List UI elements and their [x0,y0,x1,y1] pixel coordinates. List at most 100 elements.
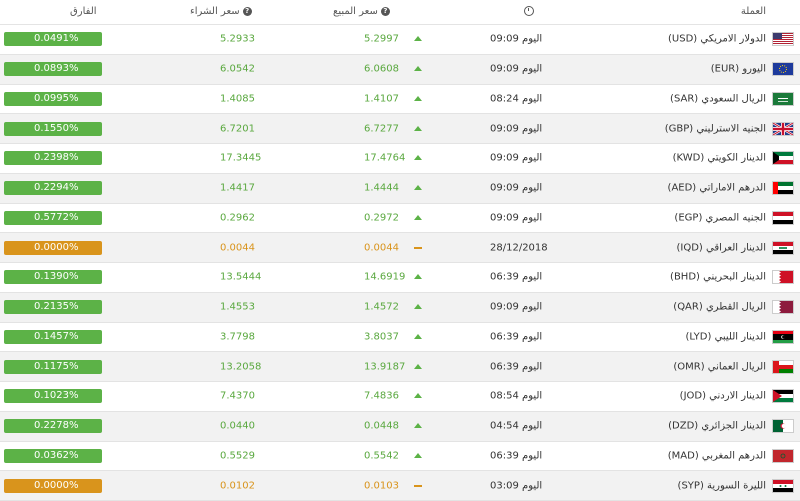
currency-name[interactable]: الجنيه المصري (EGP) [674,212,766,223]
sell-price: 0.2972 [364,212,399,224]
table-body: 0.0491% 5.2933 5.2997 اليوم 09:09 الدولار ال… [0,25,800,501]
diff-badge: 0.0362% [4,448,102,463]
ae-flag-icon [772,181,794,196]
kw-flag-icon [772,151,794,166]
update-time: اليوم 09:09 [490,182,543,194]
buy-price: 13.2058 [220,361,262,373]
currency-name[interactable]: الدينار الجزائري (DZD) [668,421,766,432]
currency-name[interactable]: الريال العماني (OMR) [673,361,766,372]
diff-badge: 0.2135% [4,300,102,315]
sa-flag-icon [772,91,794,106]
diff-badge: 0.0000% [4,478,102,493]
arrow-up-icon [414,452,424,460]
currency-name[interactable]: اليورو (EUR) [711,64,766,75]
table-row[interactable]: 0.0000% 0.0044 0.0044 28/12/2018 الدينار الع… [0,233,800,263]
table-row[interactable]: 0.1550% 6.7201 6.7277 اليوم 09:09 الجنيه الا… [0,114,800,144]
info-icon[interactable]: ? [380,6,390,16]
currency-name[interactable]: الدرهم المغربي (MAD) [668,450,766,461]
iq-flag-icon [772,240,794,255]
table-row[interactable]: 0.2135% 1.4553 1.4572 اليوم 09:09 الريال الق… [0,292,800,323]
update-time: اليوم 06:39 [490,331,543,343]
currency-name[interactable]: الريال القطري (QAR) [673,302,766,313]
currency-name[interactable]: الدينار الاردني (JOD) [680,391,766,402]
sell-price: 1.4107 [364,93,399,105]
header-time [524,6,534,17]
sell-price: 7.4836 [364,390,399,402]
table-row[interactable]: 0.0362% 0.5529 0.5542 اليوم 06:39 الدرهم الم… [0,442,800,472]
buy-price: 0.0044 [220,242,255,254]
om-flag-icon [772,359,794,374]
buy-price: 3.7798 [220,331,255,343]
table-row[interactable]: 0.0893% 6.0542 6.0608 اليوم 09:09 اليورو (EU… [0,54,800,85]
arrow-up-icon [414,214,424,222]
update-time: اليوم 06:39 [490,271,543,283]
currency-name[interactable]: الدولار الامريكي (USD) [668,34,766,45]
buy-price: 7.4370 [220,390,255,402]
ma-flag-icon [772,448,794,463]
update-time: اليوم 09:09 [490,33,543,45]
clock-icon [524,6,534,16]
arrow-up-icon [414,125,424,133]
sell-price: 6.7277 [364,123,399,135]
table-row[interactable]: 0.2294% 1.4417 1.4444 اليوم 09:09 الدرهم الا… [0,173,800,204]
sell-price: 0.0044 [364,242,399,254]
table-row[interactable]: 0.2278% 0.0440 0.0448 اليوم 04:54 الدينار ال… [0,411,800,442]
buy-price: 1.4553 [220,301,255,313]
buy-price: 1.4417 [220,182,255,194]
table-header: الفارق سعر الشراء? سعر المبيع? العملة [0,0,800,25]
buy-price: 17.3445 [220,152,262,164]
sy-flag-icon [772,478,794,493]
update-time: اليوم 03:09 [490,480,543,492]
currency-name[interactable]: الريال السعودي (SAR) [670,93,766,104]
eu-flag-icon [772,62,794,77]
buy-price: 0.0102 [220,480,255,492]
buy-price: 13.5444 [220,271,262,283]
diff-badge: 0.2398% [4,151,102,166]
header-sell: سعر المبيع? [333,6,390,17]
table-row[interactable]: 0.1390% 13.5444 14.6919 اليوم 06:39 الدينار … [0,263,800,293]
diff-badge: 0.1023% [4,389,102,404]
arrow-up-icon [414,154,424,162]
arrow-up-icon [414,422,424,430]
sell-price: 6.0608 [364,63,399,75]
table-row[interactable]: 0.0491% 5.2933 5.2997 اليوم 09:09 الدولار ال… [0,25,800,55]
sell-price: 0.0448 [364,420,399,432]
update-time: اليوم 09:09 [490,123,543,135]
currency-name[interactable]: الدينار الكويتي (KWD) [673,153,766,164]
update-time: اليوم 09:09 [490,152,543,164]
currency-name[interactable]: الدينار البحريني (BHD) [670,272,766,283]
currency-name[interactable]: الليرة السورية (SYP) [678,480,766,491]
update-time: اليوم 06:39 [490,361,543,373]
table-row[interactable]: 0.0000% 0.0102 0.0103 اليوم 03:09 الليرة الس… [0,471,800,501]
buy-price: 1.4085 [220,93,255,105]
currency-name[interactable]: الدينار الليبي (LYD) [686,331,766,342]
info-icon[interactable]: ? [242,6,252,16]
sell-price: 13.9187 [364,361,406,373]
arrow-up-icon [414,363,424,371]
diff-badge: 0.1457% [4,329,102,344]
currency-table: الفارق سعر الشراء? سعر المبيع? العملة 0.… [0,0,800,501]
ly-flag-icon [772,329,794,344]
table-row[interactable]: 0.1175% 13.2058 13.9187 اليوم 06:39 الريال ا… [0,352,800,382]
currency-name[interactable]: الجنيه الاسترليني (GBP) [665,123,766,134]
currency-name[interactable]: الدينار العراقي (IQD) [676,242,766,253]
table-row[interactable]: 0.0995% 1.4085 1.4107 اليوم 08:24 الريال الس… [0,85,800,115]
table-row[interactable]: 0.1023% 7.4370 7.4836 اليوم 08:54 الدينار ال… [0,382,800,412]
table-row[interactable]: 0.2398% 17.3445 17.4764 اليوم 09:09 الدينار … [0,144,800,174]
diff-badge: 0.0000% [4,240,102,255]
update-time: اليوم 09:09 [490,301,543,313]
buy-price: 6.7201 [220,123,255,135]
sell-price: 17.4764 [364,152,406,164]
update-time: اليوم 09:09 [490,212,543,224]
sell-price: 5.2997 [364,33,399,45]
table-row[interactable]: 0.5772% 0.2962 0.2972 اليوم 09:09 الجنيه الم… [0,204,800,234]
arrow-up-icon [414,184,424,192]
table-row[interactable]: 0.1457% 3.7798 3.8037 اليوم 06:39 الدينار ال… [0,323,800,353]
diff-badge: 0.2278% [4,419,102,434]
currency-name[interactable]: الدرهم الاماراتي (AED) [668,183,766,194]
buy-price: 0.5529 [220,450,255,462]
update-time: اليوم 06:39 [490,450,543,462]
update-time: اليوم 08:24 [490,93,543,105]
arrow-up-icon [414,303,424,311]
sell-price: 14.6919 [364,271,406,283]
